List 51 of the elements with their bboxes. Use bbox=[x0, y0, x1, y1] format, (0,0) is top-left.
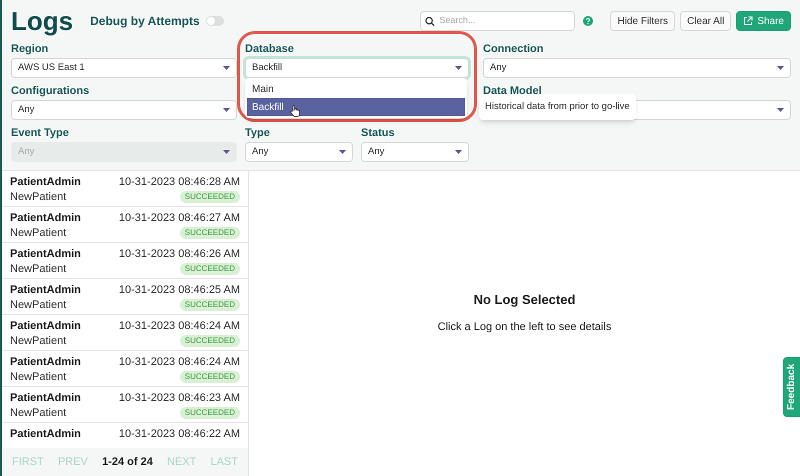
toolbar-button[interactable]: Clear All bbox=[680, 11, 732, 31]
filter-label: Connection bbox=[483, 42, 544, 57]
filter-label: Status bbox=[361, 126, 396, 141]
caret-icon bbox=[777, 66, 784, 70]
filter-label: Event Type bbox=[11, 126, 70, 141]
caret-icon bbox=[777, 108, 784, 112]
dropdown-option[interactable]: Main bbox=[247, 80, 465, 98]
status-badge: SUCCEEDED bbox=[180, 191, 240, 203]
select-field[interactable]: Any bbox=[483, 58, 791, 78]
status-badge: SUCCEEDED bbox=[180, 263, 240, 275]
filter-label: Configurations bbox=[11, 84, 90, 99]
select-field[interactable]: Any bbox=[11, 100, 237, 120]
log-row[interactable]: PatientAdmin NewPatient 10-31-2023 08:46:26 AM SUCCEEDED bbox=[2, 243, 248, 279]
log-row[interactable]: PatientAdmin NewPatient 10-31-2023 08:46:28 AM SUCCEEDED bbox=[2, 171, 248, 207]
status-badge: SUCCEEDED bbox=[180, 299, 240, 311]
help-icon[interactable] bbox=[583, 16, 594, 26]
tooltip: Historical data from prior to go-live bbox=[479, 94, 636, 120]
log-row[interactable]: PatientAdmin NewPatient 10-31-2023 08:46:24 AM SUCCEEDED bbox=[2, 315, 248, 351]
page-range: 1-24 of 24 bbox=[102, 454, 153, 470]
toolbar-button[interactable]: Hide Filters bbox=[610, 11, 676, 31]
caret-icon bbox=[339, 150, 346, 154]
filter-label: Database bbox=[245, 42, 295, 57]
status-badge: SUCCEEDED bbox=[180, 407, 240, 419]
search-field[interactable]: Search... bbox=[420, 11, 576, 31]
status-badge: SUCCEEDED bbox=[180, 335, 240, 347]
empty-state-title: No Log Selected bbox=[474, 290, 576, 309]
toggle-label: Debug by Attempts bbox=[90, 13, 200, 30]
empty-state-hint: Click a Log on the left to see details bbox=[438, 320, 612, 335]
caret-icon bbox=[223, 150, 230, 154]
external-link-icon bbox=[743, 16, 754, 26]
select-field[interactable]: Backfill bbox=[245, 58, 469, 78]
search-icon bbox=[425, 16, 436, 26]
log-row[interactable]: PatientAdmin NewPatient 10-31-2023 08:46:25 AM SUCCEEDED bbox=[2, 279, 248, 315]
status-badge: SUCCEEDED bbox=[180, 227, 240, 239]
caret-icon bbox=[455, 150, 462, 154]
log-row[interactable]: PatientAdmin NewPatient 10-31-2023 08:46:24 AM SUCCEEDED bbox=[2, 351, 248, 387]
filter-label: Type bbox=[245, 126, 271, 141]
select-field[interactable]: AWS US East 1 bbox=[11, 58, 237, 78]
select-field[interactable]: Any bbox=[361, 142, 469, 162]
page-title: Logs bbox=[11, 8, 74, 34]
caret-icon bbox=[223, 66, 230, 70]
caret-icon bbox=[455, 66, 462, 70]
filter-label: Region bbox=[11, 42, 50, 57]
debug-toggle[interactable] bbox=[206, 16, 224, 26]
status-badge: SUCCEEDED bbox=[180, 371, 240, 383]
caret-icon bbox=[223, 108, 230, 112]
log-row[interactable]: PatientAdmin NewPatient 10-31-2023 08:46:27 AM SUCCEEDED bbox=[2, 207, 248, 243]
log-row[interactable]: PatientAdmin NewPatient 10-31-2023 08:46:23 AM SUCCEEDED bbox=[2, 387, 248, 423]
search-input[interactable]: Search... bbox=[439, 14, 570, 28]
select-field[interactable]: Any bbox=[245, 142, 353, 162]
dropdown-option[interactable]: Backfill bbox=[247, 98, 465, 116]
